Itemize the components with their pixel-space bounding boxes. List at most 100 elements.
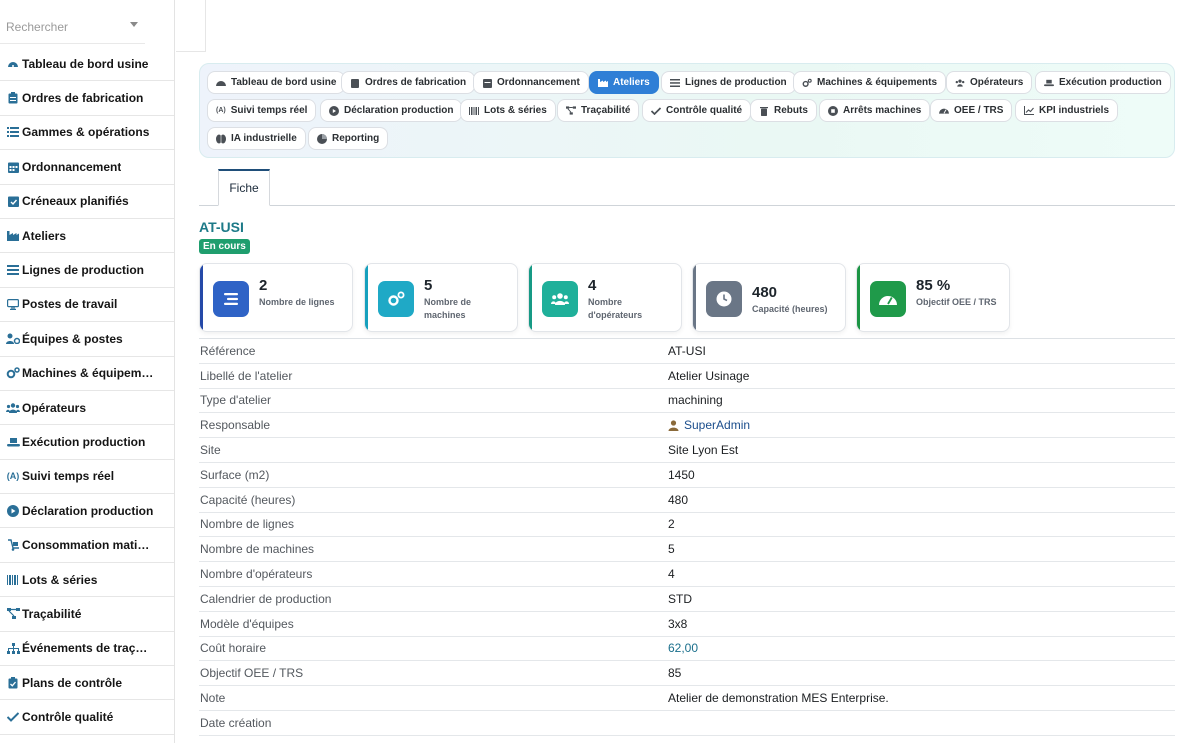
desktop-icon (6, 297, 20, 311)
tab-ia-industrielle[interactable]: IA industrielle (207, 127, 306, 150)
field-label: Objectif OEE / TRS (200, 666, 304, 681)
sidebar-search[interactable]: Rechercher (0, 0, 174, 52)
table-row: Nombre d'opérateurs 4 (199, 562, 1175, 587)
sidebar-item-execution[interactable]: Exécution production (0, 425, 174, 460)
field-label: Capacité (heures) (200, 492, 296, 507)
tab-fiche[interactable]: Fiche (218, 169, 270, 206)
tab-lignes-de-production[interactable]: Lignes de production (661, 71, 796, 94)
users-icon (6, 401, 20, 415)
sidebar-item-label: Créneaux planifiés (22, 194, 129, 209)
kpi-value: 85 % (916, 277, 951, 294)
table-row: Libellé de l'atelier Atelier Usinage (199, 364, 1175, 389)
tab-label: KPI industriels (1039, 105, 1110, 116)
gauge-icon (939, 106, 949, 116)
search-input[interactable]: Rechercher (6, 20, 68, 34)
tab-label: Machines & équipements (817, 77, 938, 88)
tab-oee-trs[interactable]: OEE / TRS (930, 99, 1013, 122)
sidebar-item-label: Plans de contrôle (22, 675, 123, 690)
broadcast-icon: (A) (216, 107, 226, 114)
tab-label: Ordonnancement (497, 77, 580, 88)
tab-arrets-machines[interactable]: Arrêts machines (819, 99, 931, 122)
check-double-icon (6, 710, 20, 724)
kpi-label: Nombre de machines (424, 297, 472, 320)
field-value: STD (668, 591, 692, 606)
field-value: 480 (668, 492, 689, 507)
kpi-value: 4 (588, 277, 597, 294)
table-row: Nombre de lignes 2 (199, 513, 1175, 538)
sidebar-item-ateliers[interactable]: Ateliers (0, 219, 174, 254)
clipboard-icon (350, 78, 360, 88)
sidebar-item-equipes[interactable]: Équipes & postes (0, 322, 174, 357)
sidebar-item-label: Déclaration production (22, 503, 154, 518)
tab-ordres-de-fabrication[interactable]: Ordres de fabrication (341, 71, 476, 94)
field-label: Nombre d'opérateurs (200, 567, 313, 582)
sidebar-item-plans-controle[interactable]: Plans de contrôle (0, 666, 174, 701)
tab-machines[interactable]: Machines & équipements (793, 71, 947, 94)
table-row: Capacité (heures) 480 (199, 488, 1175, 513)
tab-reporting[interactable]: Reporting (308, 127, 389, 150)
record-title: AT-USI (199, 219, 244, 235)
kpi-stripe (857, 264, 860, 331)
sidebar-item-declaration[interactable]: Déclaration production (0, 494, 174, 529)
sidebar-item-label: Postes de travail (22, 297, 118, 312)
sidebar-item-operateurs[interactable]: Opérateurs (0, 391, 174, 426)
field-label: Modèle d'équipes (200, 616, 294, 631)
sidebar-item-label: Tableau de bord usine (22, 56, 149, 71)
chevron-down-icon[interactable] (130, 22, 138, 27)
tab-kpi-industriels[interactable]: KPI industriels (1015, 99, 1119, 122)
kpi-stripe (693, 264, 696, 331)
conveyor-icon (6, 435, 20, 449)
sidebar-item-evenements[interactable]: Événements de traç… (0, 632, 174, 667)
tab-label: Déclaration production (344, 105, 454, 116)
tab-lots-series[interactable]: Lots & séries (460, 99, 556, 122)
sidebar-item-gammes[interactable]: Gammes & opérations (0, 116, 174, 151)
sidebar-item-lignes[interactable]: Lignes de production (0, 253, 174, 288)
clipboard-icon (6, 91, 20, 105)
field-label: Date création (200, 715, 272, 730)
tab-label: Traçabilité (581, 105, 631, 116)
tab-operateurs[interactable]: Opérateurs (946, 71, 1033, 94)
field-label: Note (200, 691, 226, 706)
tab-tableau-de-bord[interactable]: Tableau de bord usine (207, 71, 346, 94)
field-label: Site (200, 443, 221, 458)
table-row: Référence AT-USI (199, 339, 1175, 364)
sidebar-item-tracabilite[interactable]: Traçabilité (0, 597, 174, 632)
sidebar-item-machines[interactable]: Machines & équipem… (0, 357, 174, 391)
sidebar-item-label: Gammes & opérations (22, 125, 150, 140)
tab-suivi-temps-reel[interactable]: (A) Suivi temps réel (207, 99, 317, 122)
sidebar-item-consommation[interactable]: Consommation mati… (0, 528, 174, 563)
sidebar-item-tableau-de-bord[interactable]: Tableau de bord usine (0, 47, 174, 82)
tab-ordonnancement[interactable]: Ordonnancement (473, 71, 589, 94)
tab-rebuts[interactable]: Rebuts (750, 99, 817, 122)
table-row: Nombre de machines 5 (199, 537, 1175, 563)
field-label: Type d'atelier (200, 393, 271, 408)
sidebar-item-creneaux[interactable]: Créneaux planifiés (0, 185, 174, 219)
field-value[interactable]: SuperAdmin (684, 418, 750, 432)
sidebar-item-lots[interactable]: Lots & séries (0, 563, 174, 598)
sidebar-item-controle-qualite[interactable]: Contrôle qualité (0, 700, 174, 735)
tab-declaration-production[interactable]: Déclaration production (320, 99, 463, 122)
tab-execution-production[interactable]: Exécution production (1035, 71, 1171, 94)
table-row: Modèle d'équipes 3x8 (199, 612, 1175, 637)
field-value: 2 (668, 517, 675, 532)
tab-controle-qualite[interactable]: Contrôle qualité (642, 99, 752, 122)
tab-ateliers[interactable]: Ateliers (589, 71, 659, 94)
responsable-link[interactable]: SuperAdmin (668, 418, 750, 432)
calendar-icon (6, 160, 20, 174)
field-value: 3x8 (668, 616, 688, 631)
conveyor-icon (1044, 78, 1054, 88)
dolly-icon (6, 538, 20, 552)
sidebar-item-suivi[interactable]: (A) Suivi temps réel (0, 460, 174, 495)
sidebar-item-ordres-de-fabrication[interactable]: Ordres de fabrication (0, 81, 174, 116)
field-label: Calendrier de production (200, 591, 332, 606)
tab-tracabilite[interactable]: Traçabilité (557, 99, 640, 122)
sidebar-item-label: Ordres de fabrication (22, 91, 144, 106)
sidebar-item-label: Traçabilité (22, 606, 82, 621)
tab-label: Ateliers (613, 77, 650, 88)
users-icon (542, 281, 578, 317)
field-value: Site Lyon Est (668, 443, 739, 458)
sidebar-item-ordonnancement[interactable]: Ordonnancement (0, 150, 174, 185)
sidebar-item-label: Ateliers (22, 228, 67, 243)
sidebar: Rechercher Tableau de bord usine Ordres … (0, 0, 175, 743)
sidebar-item-postes[interactable]: Postes de travail (0, 288, 174, 323)
